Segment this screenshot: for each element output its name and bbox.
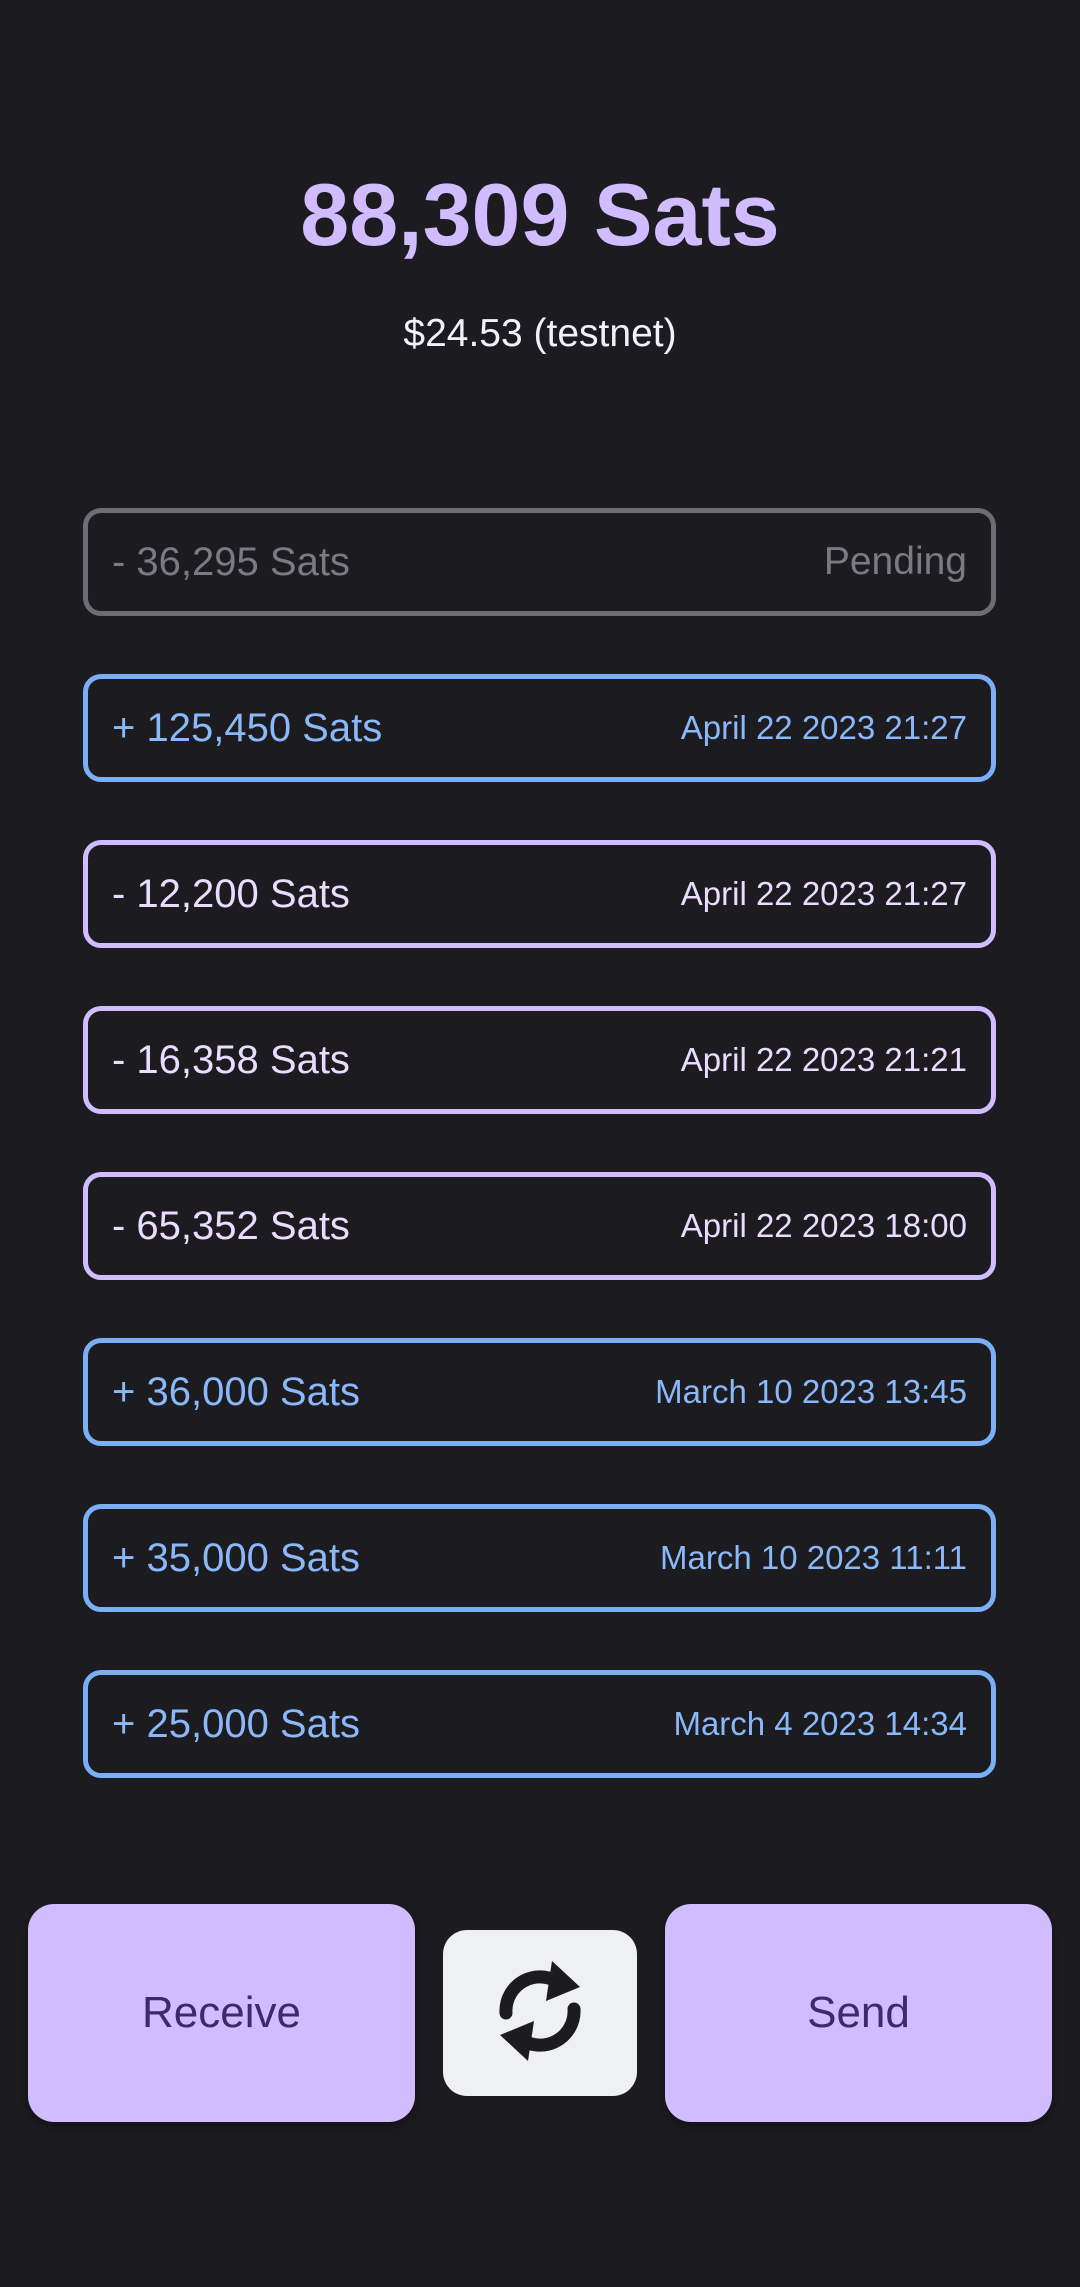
balance-sats: 88,309 Sats — [300, 165, 780, 264]
transaction-item[interactable]: - 12,200 Sats April 22 2023 21:27 — [83, 840, 996, 948]
transaction-item[interactable]: + 36,000 Sats March 10 2023 13:45 — [83, 1338, 996, 1446]
transaction-item[interactable]: + 25,000 Sats March 4 2023 14:34 — [83, 1670, 996, 1778]
action-bar: Receive Send — [28, 1904, 1052, 2122]
balance-fiat: $24.53 (testnet) — [403, 312, 677, 355]
wallet-screen: 88,309 Sats $24.53 (testnet) - 36,295 Sa… — [0, 0, 1080, 2287]
transaction-date: April 22 2023 21:21 — [680, 1041, 967, 1078]
transaction-amount: + 125,450 Sats — [112, 705, 383, 750]
transaction-item[interactable]: + 125,450 Sats April 22 2023 21:27 — [83, 674, 996, 782]
transaction-amount: + 35,000 Sats — [112, 1535, 360, 1580]
transaction-amount: - 16,358 Sats — [112, 1037, 350, 1082]
transaction-item[interactable]: - 36,295 Sats Pending — [83, 508, 996, 616]
transaction-date: April 22 2023 21:27 — [680, 709, 967, 746]
send-button[interactable]: Send — [665, 1904, 1052, 2122]
transaction-date: April 22 2023 18:00 — [680, 1207, 967, 1244]
transaction-date: March 10 2023 13:45 — [655, 1373, 967, 1410]
transaction-date: April 22 2023 21:27 — [680, 875, 967, 912]
transaction-item[interactable]: - 65,352 Sats April 22 2023 18:00 — [83, 1172, 996, 1280]
transaction-amount: + 25,000 Sats — [112, 1701, 360, 1746]
transaction-list: - 36,295 Sats Pending + 125,450 Sats Apr… — [83, 508, 996, 1836]
transaction-amount: + 36,000 Sats — [112, 1369, 360, 1414]
transaction-status: Pending — [823, 540, 967, 583]
sync-button[interactable] — [443, 1930, 637, 2096]
transaction-amount: - 36,295 Sats — [112, 539, 350, 584]
receive-button[interactable]: Receive — [28, 1904, 415, 2122]
transaction-item[interactable]: - 16,358 Sats April 22 2023 21:21 — [83, 1006, 996, 1114]
transaction-item[interactable]: + 35,000 Sats March 10 2023 11:11 — [83, 1504, 996, 1612]
transaction-amount: - 65,352 Sats — [112, 1203, 350, 1248]
transaction-amount: - 12,200 Sats — [112, 871, 350, 916]
transaction-date: March 10 2023 11:11 — [660, 1539, 967, 1576]
transaction-date: March 4 2023 14:34 — [673, 1705, 967, 1742]
sync-icon — [480, 1951, 600, 2076]
